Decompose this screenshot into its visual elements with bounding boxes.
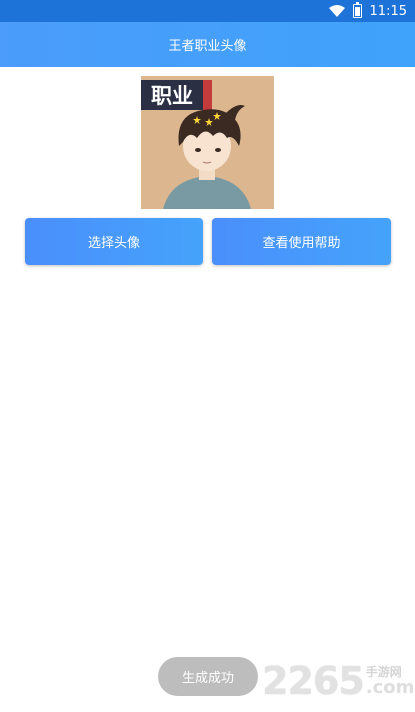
help-button[interactable]: 查看使用帮助	[212, 218, 391, 265]
watermark-logo: 2265 手游网 .com	[262, 660, 415, 700]
wifi-icon	[328, 5, 345, 17]
app-bar: 王者职业头像	[0, 22, 415, 67]
watermark-domain: .com	[365, 677, 415, 698]
watermark-number: 2265	[262, 659, 365, 703]
select-avatar-button[interactable]: 选择头像	[25, 218, 203, 265]
toast-message: 生成成功	[158, 657, 258, 696]
avatar-image: 职业	[141, 76, 274, 209]
avatar-preview: 职业	[141, 76, 274, 209]
status-bar: 11:15	[0, 0, 415, 22]
page-title: 王者职业头像	[168, 39, 247, 54]
battery-icon	[352, 2, 362, 18]
status-time: 11:15	[369, 3, 407, 19]
watermark-side: 手游网 .com	[366, 665, 415, 697]
avatar-badge-text: 职业	[151, 84, 193, 108]
